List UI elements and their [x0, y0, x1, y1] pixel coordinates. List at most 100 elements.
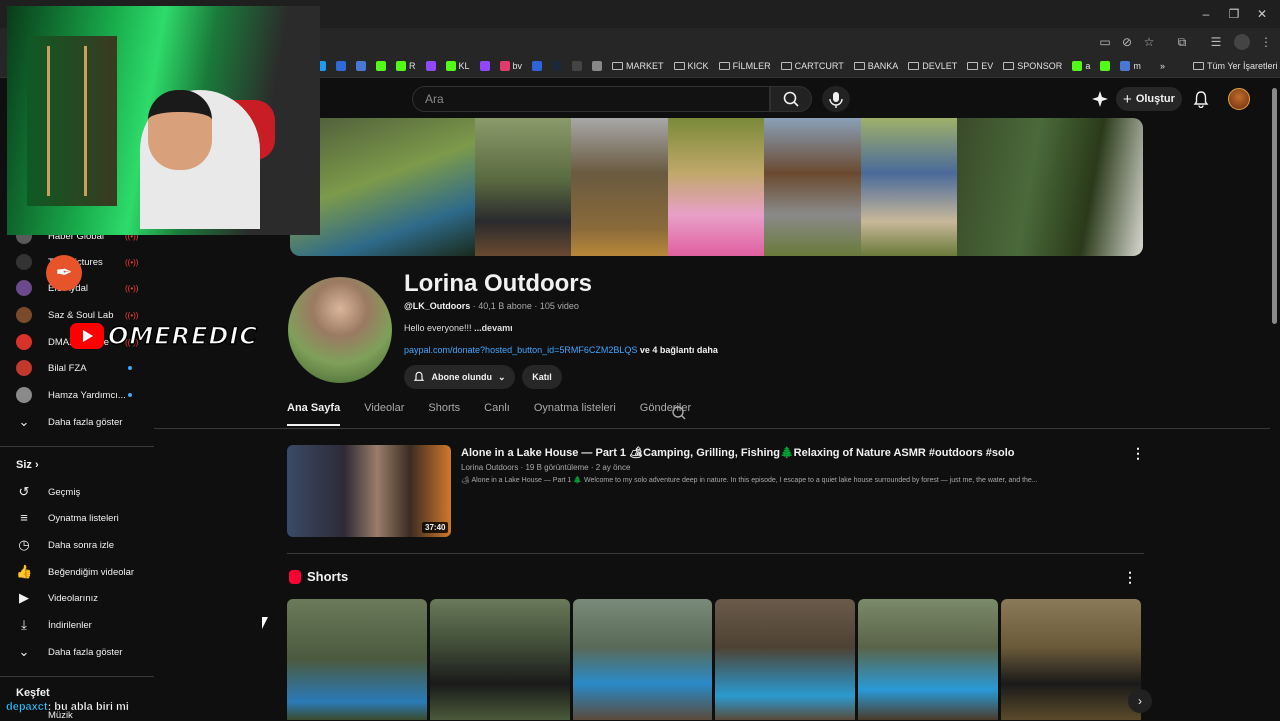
bookmark-item[interactable] — [356, 61, 366, 71]
channel-description[interactable]: Hello everyone!!! ...devamı — [404, 323, 513, 333]
all-bookmarks-folder[interactable]: Tüm Yer İşaretleri — [1193, 61, 1278, 71]
paypal-link[interactable]: paypal.com/donate?hosted_button_id=5RMF6… — [404, 345, 637, 355]
channel-avatar-icon — [16, 360, 32, 376]
channel-search-icon[interactable] — [671, 405, 687, 421]
tab-home[interactable]: Ana Sayfa — [287, 402, 341, 426]
bookmark-folder[interactable]: MARKET — [612, 61, 664, 71]
menu-icon[interactable]: ⋮ — [1258, 34, 1274, 50]
sidebar-item[interactable]: ◷ Daha sonra izle — [0, 532, 154, 558]
bookmark-item[interactable]: a — [1072, 61, 1090, 71]
tab-shorts[interactable]: Shorts — [428, 402, 460, 426]
channel-avatar-icon — [16, 254, 32, 270]
bookmark-item[interactable] — [572, 61, 583, 71]
eye-off-icon[interactable]: ⊘ — [1119, 34, 1135, 50]
bookmark-item[interactable] — [552, 61, 563, 71]
your-videos-icon: ▶ — [19, 590, 29, 605]
channel-links: paypal.com/donate?hosted_button_id=5RMF6… — [404, 345, 718, 355]
shorts-icon — [289, 569, 301, 584]
tab-live[interactable]: Canlı — [484, 402, 510, 426]
bookmark-item[interactable]: KL — [445, 61, 470, 71]
voice-search-button[interactable] — [822, 86, 850, 112]
chat-message: : bu abla biri mi — [47, 701, 129, 713]
sidebar-item[interactable]: ▶ Videolarınız — [0, 585, 154, 611]
twitch-icon — [479, 61, 490, 71]
sidebar-you-heading[interactable]: Siz › — [16, 459, 39, 471]
bookmark-item[interactable] — [532, 61, 543, 71]
extensions-icon[interactable]: ⧉ — [1174, 34, 1190, 50]
search-button[interactable] — [770, 86, 812, 112]
bookmarks-overflow-icon[interactable]: » — [1160, 61, 1165, 71]
folder-icon — [1193, 62, 1204, 70]
close-window-icon[interactable]: ✕ — [1246, 4, 1278, 24]
video-menu-icon[interactable]: ⋮ — [1131, 446, 1145, 460]
bookmark-folder[interactable]: DEVLET — [908, 61, 957, 71]
bookmark-item[interactable] — [376, 61, 386, 71]
short-thumbnail[interactable] — [429, 599, 570, 720]
create-label: Oluştur — [1135, 93, 1175, 105]
tab-playlists[interactable]: Oynatma listeleri — [534, 402, 616, 426]
bookmark-folder[interactable]: SPONSOR — [1003, 61, 1062, 71]
notifications-bell-icon[interactable] — [1192, 90, 1210, 109]
user-avatar[interactable] — [1228, 88, 1250, 110]
tab-videos[interactable]: Videolar — [364, 402, 404, 426]
profile-icon[interactable] — [1234, 34, 1250, 50]
create-button[interactable]: + Oluştur — [1116, 87, 1182, 111]
featured-video-description: 🏕 Alone in a Lake House — Part 1 🌲 Welco… — [461, 477, 1038, 484]
shorts-menu-icon[interactable]: ⋮ — [1123, 570, 1137, 584]
sidebar-show-more[interactable]: ⌄ Daha fazla göster — [0, 639, 154, 665]
short-thumbnail[interactable] — [715, 599, 856, 720]
shorts-next-button[interactable]: › — [1128, 689, 1152, 713]
subscribed-button[interactable]: Abone olundu ⌄ — [404, 365, 515, 389]
sidebar-item[interactable]: ≡ Oynatma listeleri — [0, 505, 154, 531]
sidebar-item[interactable]: ↺ Geçmiş — [0, 479, 154, 505]
bookmark-icon — [1072, 61, 1083, 71]
short-thumbnail[interactable] — [858, 599, 999, 720]
bookmark-item[interactable]: bv — [499, 61, 522, 71]
more-links[interactable]: ve 4 bağlantı daha — [640, 345, 718, 355]
channel-banner — [290, 118, 1143, 256]
bookmark-item[interactable]: m — [1120, 61, 1141, 71]
sidebar-item[interactable]: 👍 Beğendiğim videolar — [0, 559, 154, 585]
gemini-icon[interactable] — [1092, 91, 1108, 107]
channel-tabs: Ana Sayfa Videolar Shorts Canlı Oynatma … — [287, 402, 715, 426]
bookmark-folder[interactable]: BANKA — [853, 61, 898, 71]
search-input[interactable]: Ara — [412, 86, 770, 112]
bookmark-item[interactable] — [592, 61, 603, 71]
channel-handle[interactable]: @LK_Outdoors — [404, 301, 470, 311]
bookmark-folder[interactable]: CARTCURT — [780, 61, 844, 71]
playlists-icon: ≡ — [20, 510, 28, 525]
cast-icon[interactable]: ▭ — [1097, 34, 1113, 50]
bookmark-item[interactable] — [425, 61, 436, 71]
short-thumbnail[interactable] — [572, 599, 713, 720]
star-icon[interactable]: ☆ — [1141, 34, 1157, 50]
description-more-link[interactable]: ...devamı — [474, 323, 513, 333]
sidebar-subscription[interactable]: Hamza Yardımcı... — [0, 382, 154, 408]
bookmark-item[interactable] — [479, 61, 490, 71]
short-thumbnail[interactable] — [287, 599, 427, 720]
bookmark-item[interactable] — [1100, 61, 1111, 71]
sidebar-subscription[interactable]: Bilal FZA — [0, 355, 154, 381]
ms-icon — [336, 61, 346, 71]
bell-icon — [414, 371, 425, 381]
channel-avatar[interactable] — [288, 277, 392, 383]
r-icon — [532, 61, 543, 71]
m-icon — [356, 61, 366, 71]
bookmark-folder[interactable]: KICK — [673, 61, 709, 71]
channel-avatar-icon — [16, 387, 32, 403]
channel-name: Lorina Outdoors — [404, 270, 592, 297]
sidebar-show-more[interactable]: ⌄ Daha fazla göster — [0, 409, 154, 435]
channel-avatar-icon — [16, 307, 32, 323]
bookmark-folder[interactable]: EV — [967, 61, 993, 71]
bookmark-folder[interactable]: FİLMLER — [718, 61, 771, 71]
sidebar-item[interactable]: ⤓ İndirilenler — [0, 612, 154, 638]
bookmark-item[interactable] — [336, 61, 346, 71]
page-scrollbar[interactable] — [1272, 88, 1277, 324]
steam-icon — [552, 61, 563, 71]
sidebar: Haber Global((•))TBT Pictures((•))Efe Ay… — [0, 228, 154, 721]
short-thumbnail[interactable] — [1001, 599, 1141, 720]
reading-list-icon[interactable]: ☰ — [1208, 34, 1224, 50]
channel-avatar-icon — [16, 334, 32, 350]
join-button[interactable]: Katıl — [522, 365, 562, 389]
featured-video-title[interactable]: Alone in a Lake House — Part 1 🏕Camping,… — [461, 446, 1121, 459]
bookmark-item[interactable]: R — [396, 61, 416, 71]
